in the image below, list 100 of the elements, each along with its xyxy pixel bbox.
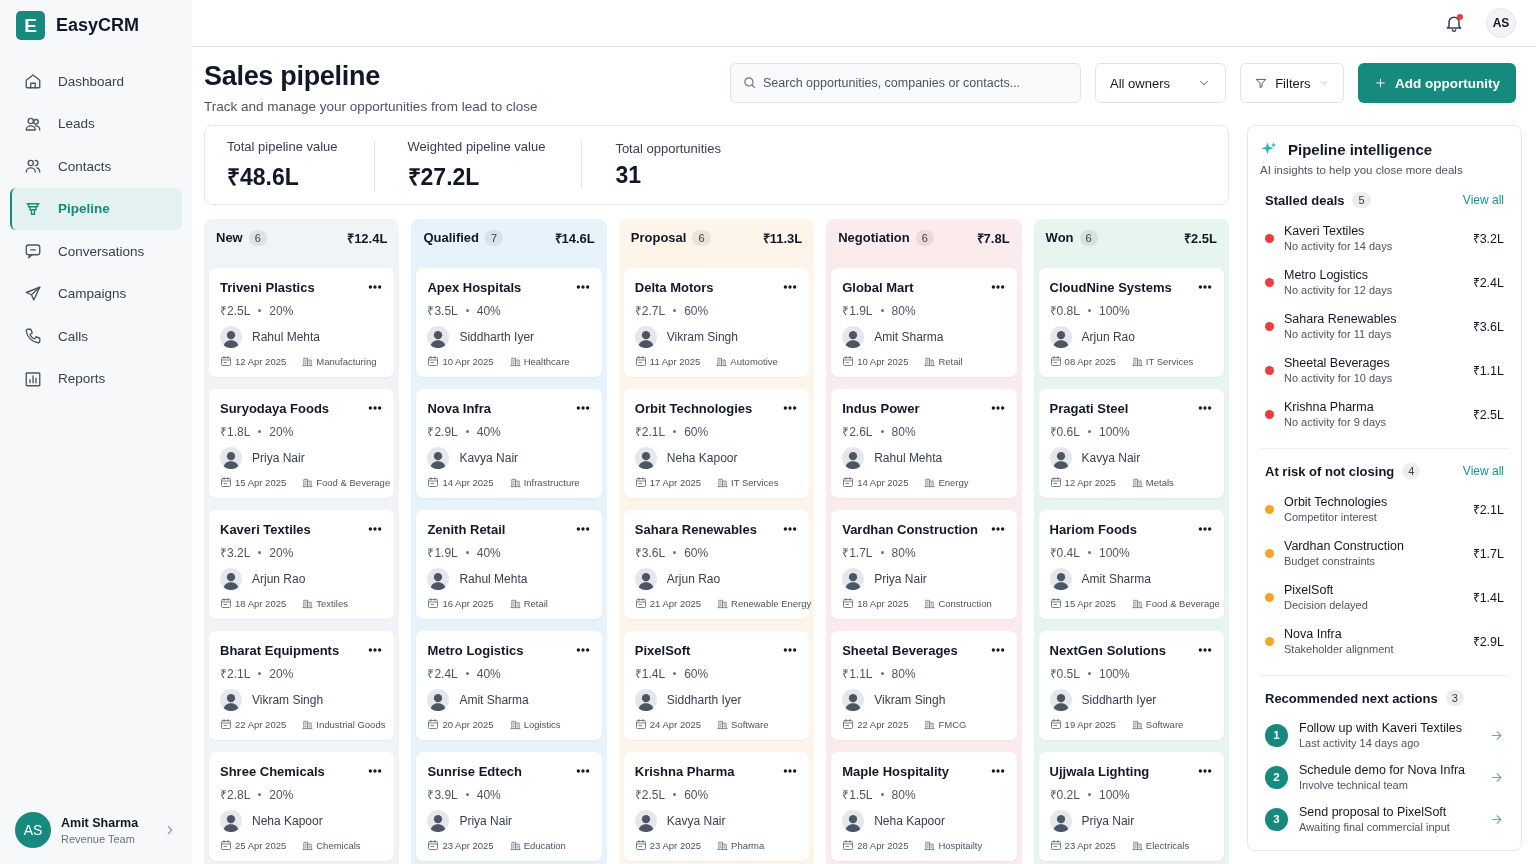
insight-item[interactable]: Nova Infra Stakeholder alignment ₹2.9L (1265, 619, 1504, 663)
deal-card[interactable]: Ujjwala Lighting ₹0.2L 100% Priya Nair 23 Apr 2025 Electricals (1038, 752, 1224, 861)
count-badge: 7 (485, 229, 504, 246)
deal-value: ₹3.9L (427, 787, 458, 803)
insight-item[interactable]: Vardhan Construction Budget constraints ₹1.7L (1265, 531, 1504, 575)
user-name: Amit Sharma (61, 815, 140, 830)
item-detail: Decision delayed (1284, 599, 1369, 611)
close-date: 21 Apr 2025 (649, 597, 702, 609)
building-icon (717, 718, 729, 730)
calendar-icon (427, 476, 440, 488)
calendar-icon (634, 355, 647, 367)
building-icon (924, 476, 936, 488)
column-total: ₹11.3L (762, 229, 803, 247)
deal-card[interactable]: Bharat Equipments ₹2.1L 20% Vikram Singh 22 Apr 2025 Industrial Goods (209, 631, 395, 740)
close-date: 14 Apr 2025 (442, 476, 494, 488)
sidebar-item[interactable]: Conversations (10, 230, 182, 273)
calendar-icon (1049, 839, 1062, 851)
owner-dropdown[interactable]: All owners (1095, 63, 1226, 103)
deal-probability: 20% (269, 424, 294, 439)
sidebar-item[interactable]: Reports (10, 357, 182, 400)
separator-dot (258, 672, 262, 675)
separator-dot (1087, 430, 1091, 433)
industry-label: Renewable Energy (731, 597, 812, 609)
sidebar-item[interactable]: Pipeline (10, 187, 182, 230)
sidebar-item[interactable]: Leads (10, 102, 182, 145)
close-date: 23 Apr 2025 (442, 839, 494, 851)
deal-value: ₹0.6L (1049, 424, 1080, 440)
deal-card[interactable]: CloudNine Systems ₹0.8L 100% Arjun Rao 08 Apr 2025 IT Services (1038, 268, 1224, 377)
user-avatar[interactable]: AS (15, 812, 51, 848)
profile-avatar[interactable]: AS (1486, 8, 1516, 38)
deal-card[interactable]: Nova Infra ₹2.9L 40% Kavya Nair 14 Apr 2025 Infrastructure (416, 389, 602, 498)
building-icon (1131, 476, 1143, 488)
company-name: Bharat Equipments (220, 642, 340, 658)
deal-probability: 60% (684, 545, 709, 560)
deal-card[interactable]: Vardhan Construction ₹1.7L 80% Priya Nair 18 Apr 2025 Construction (831, 510, 1017, 619)
deal-card[interactable]: Hariom Foods ₹0.4L 100% Amit Sharma 15 Apr 2025 Food & Beverage (1038, 510, 1224, 619)
filters-button[interactable]: Filters (1240, 63, 1344, 103)
deal-card[interactable]: Suryodaya Foods ₹1.8L 20% Priya Nair 15 Apr 2025 Food & Beverage (209, 389, 395, 498)
item-title: Vardhan Construction (1284, 539, 1405, 553)
insight-item[interactable]: Kaveri Textiles No activity for 14 days ₹3.2L (1265, 216, 1504, 260)
deal-card[interactable]: Maple Hospitality ₹1.5L 80% Neha Kapoor 28 Apr 2025 Hospitailty (831, 752, 1017, 861)
deal-card[interactable]: PixelSoft ₹1.4L 60% Siddharth Iyer 24 Apr 2025 Software (623, 631, 810, 740)
deal-card[interactable]: Global Mart ₹1.9L 80% Amit Sharma 10 Apr 2025 Retail (831, 268, 1017, 377)
search-icon (742, 75, 757, 90)
insight-item[interactable]: PixelSoft Decision delayed ₹1.4L (1265, 575, 1504, 619)
user-team: Revenue Team (61, 832, 136, 845)
insight-item[interactable]: Metro Logistics No activity for 12 days ₹2.4L (1265, 260, 1504, 304)
deal-card[interactable]: Kaveri Textiles ₹3.2L 20% Arjun Rao 18 Apr 2025 Textiles (209, 510, 395, 619)
deal-card[interactable]: Sunrise Edtech ₹3.9L 40% Priya Nair 23 Apr 2025 Education (416, 752, 602, 861)
item-detail: No activity for 9 days (1284, 416, 1388, 428)
industry-label: Textiles (316, 597, 348, 609)
search-field[interactable]: Search opportunities, companies or contacts... (730, 63, 1081, 103)
view-all-link[interactable]: View all (1462, 193, 1504, 207)
owner-name: Neha Kapoor (666, 451, 738, 465)
owner-name: Siddharth Iyer (459, 330, 535, 344)
deal-card[interactable]: Orbit Technologies ₹2.1L 60% Neha Kapoor 17 Apr 2025 IT Services (623, 389, 810, 498)
action-item[interactable]: 3 Send proposal to PixelSoft Awaiting final commercial input (1265, 798, 1504, 840)
section-title: Recommended next actions (1265, 690, 1438, 706)
item-detail: No activity for 11 days (1284, 328, 1393, 340)
building-icon (924, 839, 936, 851)
sidebar-item[interactable]: Calls (10, 315, 182, 358)
industry-label: Industrial Goods (316, 718, 386, 730)
deal-card[interactable]: Triveni Plastics ₹2.5L 20% Rahul Mehta 12 Apr 2025 Manufacturing (209, 268, 395, 377)
company-name: Shree Chemicals (220, 763, 325, 779)
deal-card[interactable]: Metro Logistics ₹2.4L 40% Amit Sharma 20 Apr 2025 Logistics (416, 631, 602, 740)
deal-card[interactable]: Indus Power ₹2.6L 80% Rahul Mehta 14 Apr 2025 Energy (831, 389, 1017, 498)
deal-card[interactable]: Sahara Renewables ₹3.6L 60% Arjun Rao 21 Apr 2025 Renewable Energy (623, 510, 810, 619)
add-opportunity-button[interactable]: Add opportunity (1358, 63, 1516, 103)
stat-label: Total opportunities (615, 141, 721, 156)
insight-item[interactable]: Krishna Pharma No activity for 9 days ₹2.5L (1265, 392, 1504, 436)
sidebar-item[interactable]: Dashboard (10, 60, 182, 103)
deal-card[interactable]: NextGen Solutions ₹0.5L 100% Siddharth Iyer 19 Apr 2025 Software (1038, 631, 1224, 740)
calendar-icon (220, 476, 232, 488)
view-all-link[interactable]: View all (1462, 464, 1504, 478)
deal-card[interactable]: Krishna Pharma ₹2.5L 60% Kavya Nair 23 Apr 2025 Pharma (623, 752, 810, 861)
action-item[interactable]: 1 Follow up with Kaveri Textiles Last activity 14 days ago (1265, 714, 1504, 756)
company-name: CloudNine Systems (1049, 279, 1172, 295)
deal-value: ₹1.9L (842, 303, 873, 319)
separator-dot (1087, 551, 1091, 554)
insight-item[interactable]: Orbit Technologies Competitor interest ₹2.1L (1265, 487, 1504, 531)
deal-card[interactable]: Pragati Steel ₹0.6L 100% Kavya Nair 12 Apr 2025 Metals (1038, 389, 1224, 498)
deal-card[interactable]: Zenith Retail ₹1.9L 40% Rahul Mehta 16 Apr 2025 Retail (416, 510, 602, 619)
item-title: PixelSoft (1284, 583, 1335, 597)
insight-item[interactable]: Sahara Renewables No activity for 11 days ₹3.6L (1265, 304, 1504, 348)
close-date: 19 Apr 2025 (1064, 718, 1116, 730)
deal-probability: 40% (476, 666, 501, 681)
owner-name: Amit Sharma (459, 693, 529, 707)
stat-value: ₹27.2L (407, 162, 481, 192)
deal-card[interactable]: Delta Motors ₹2.7L 60% Vikram Singh 11 Apr 2025 Automotive (623, 268, 810, 377)
calendar-icon (634, 597, 647, 609)
deal-value: ₹2.9L (1472, 633, 1504, 650)
sidebar-item[interactable]: Contacts (10, 145, 182, 188)
action-item[interactable]: 2 Schedule demo for Nova Infra Involve technical team (1265, 756, 1504, 798)
owner-name: Rahul Mehta (874, 451, 943, 465)
sidebar-item[interactable]: Campaigns (10, 272, 182, 315)
deal-card[interactable]: Shree Chemicals ₹2.8L 20% Neha Kapoor 25 Apr 2025 Chemicals (209, 752, 395, 861)
insight-item[interactable]: Sheetal Beverages No activity for 10 days ₹1.1L (1265, 348, 1504, 392)
item-detail: Stakeholder alignment (1284, 643, 1395, 655)
deal-card[interactable]: Apex Hospitals ₹3.5L 40% Siddharth Iyer 10 Apr 2025 Healthcare (416, 268, 602, 377)
deal-card[interactable]: Sheetal Beverages ₹1.1L 80% Vikram Singh 22 Apr 2025 FMCG (831, 631, 1017, 740)
